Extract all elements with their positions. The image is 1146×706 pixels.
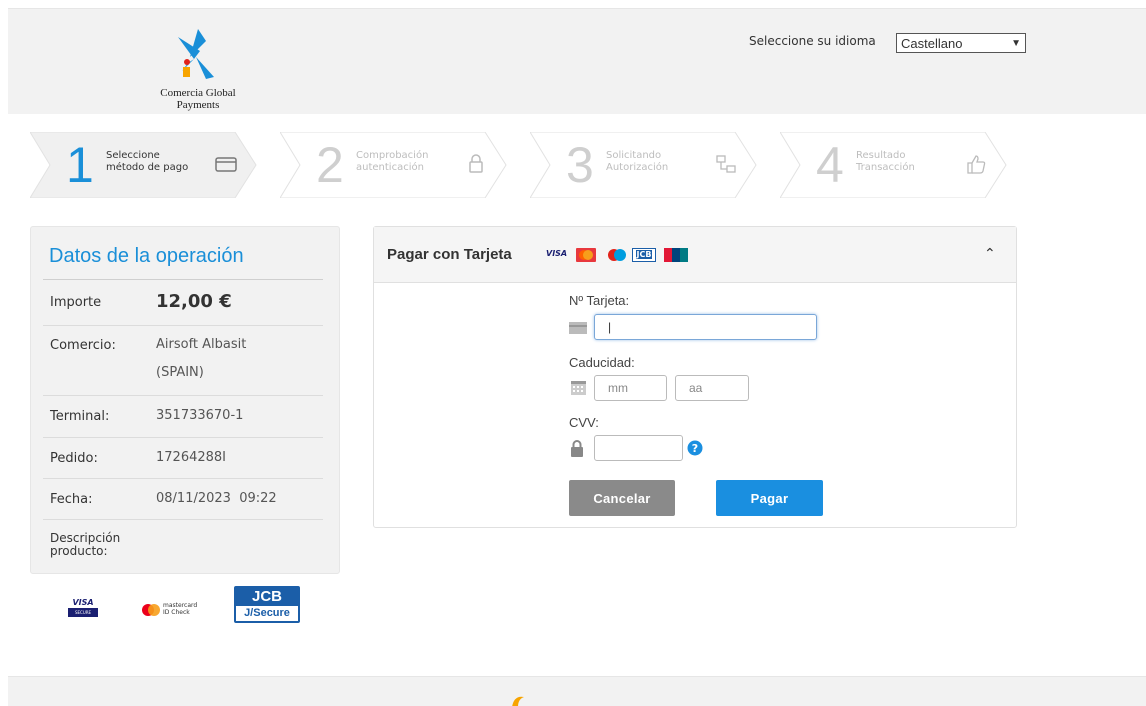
star-logo-icon: [178, 29, 214, 79]
collapse-caret-icon[interactable]: ⌃: [984, 246, 996, 262]
step-label: Seleccione método de pago: [106, 150, 189, 173]
expiry-label: Caducidad:: [569, 355, 635, 370]
mastercard-id-check-logo: mastercard ID Check: [142, 602, 222, 620]
calendar-icon: [571, 381, 586, 395]
header-bar: Comercia Global Payments Seleccione su i…: [8, 8, 1146, 114]
card-number-label: Nº Tarjeta:: [569, 293, 630, 308]
card-number-input[interactable]: |: [594, 314, 817, 340]
language-label: Seleccione su idioma: [749, 34, 876, 48]
thumbs-up-icon: [967, 155, 986, 174]
progress-steps: 1 Seleccione método de pago 2 Comprobació…: [30, 132, 1030, 198]
row-value: 17264288I: [156, 450, 227, 465]
help-icon[interactable]: ?: [687, 440, 703, 456]
network-icon: [716, 155, 736, 173]
jcb-jsecure-logo: JCB J/Secure: [234, 586, 300, 623]
visa-secure-logo: VISA SECURE: [68, 588, 98, 624]
lock-icon: [571, 440, 583, 457]
step-authentication: 2 Comprobación autenticación: [280, 132, 520, 198]
step-select-payment: 1 Seleccione método de pago: [30, 132, 270, 198]
svg-text:?: ?: [692, 442, 698, 455]
row-key: Terminal:: [50, 409, 110, 424]
step-number: 2: [316, 137, 344, 193]
expiry-year-input[interactable]: aa: [675, 375, 749, 401]
step-number: 1: [66, 137, 94, 193]
jcb-brand: JCB: [632, 248, 656, 262]
step-authorization: 3 Solicitando Autorización: [530, 132, 770, 198]
brand-name: Comercia Global Payments: [160, 87, 236, 111]
step-label: Resultado Transacción: [856, 150, 915, 173]
operation-row-date: Fecha: 08/11/2023 09:22: [43, 479, 323, 520]
step-label: Solicitando Autorización: [606, 150, 669, 173]
row-key: Descripción producto:: [50, 531, 121, 558]
operation-row-amount: Importe 12,00 €: [43, 280, 323, 326]
row-key: Fecha:: [50, 492, 93, 507]
step-number: 4: [816, 137, 844, 193]
mastercard-circles-icon: [142, 604, 160, 616]
operation-data-panel: Datos de la operación Importe 12,00 € Co…: [30, 226, 340, 574]
operation-row-order: Pedido: 17264288I: [43, 438, 323, 479]
expiry-month-input[interactable]: mm: [594, 375, 667, 401]
credit-card-icon: [215, 157, 237, 172]
language-select[interactable]: Castellano ▼: [896, 33, 1026, 53]
step-result: 4 Resultado Transacción: [780, 132, 1020, 198]
unionpay-brand-icon: [664, 248, 688, 262]
footer-bar: [8, 676, 1146, 706]
visa-brand: VISA: [546, 249, 568, 258]
caixabank-logo: Comercia Global Payments: [138, 27, 250, 111]
card-panel-title: Pagar con Tarjeta: [387, 246, 512, 263]
language-selected-value: Castellano: [901, 35, 963, 51]
card-field-icon: [569, 322, 587, 334]
row-key: Importe: [50, 295, 102, 310]
pay-button[interactable]: Pagar: [716, 480, 823, 516]
card-payment-panel: Pagar con Tarjeta VISA JCB ⌃ Nº Tarjeta:: [373, 226, 1017, 528]
step-number: 3: [566, 137, 594, 193]
row-value: 12,00 €: [156, 291, 232, 312]
mastercard-brand-icon: [576, 248, 596, 262]
cancel-button[interactable]: Cancelar: [569, 480, 675, 516]
cvv-input[interactable]: [594, 435, 683, 461]
operation-title: Datos de la operación: [49, 245, 244, 267]
cvv-label: CVV:: [569, 415, 599, 430]
footer-logo-icon: [512, 696, 524, 706]
maestro-brand-icon: [608, 249, 626, 261]
row-value: Airsoft Albasit (SPAIN): [156, 337, 247, 380]
card-panel-header[interactable]: Pagar con Tarjeta VISA JCB ⌃: [374, 227, 1016, 283]
lock-icon: [469, 154, 483, 173]
row-key: Comercio:: [50, 338, 116, 353]
operation-row-terminal: Terminal: 351733670-1: [43, 396, 323, 438]
chevron-down-icon: ▼: [1011, 37, 1021, 49]
step-label: Comprobación autenticación: [356, 150, 429, 173]
row-value: 08/11/2023 09:22: [156, 491, 277, 506]
operation-row-merchant: Comercio: Airsoft Albasit (SPAIN): [43, 326, 323, 396]
row-value: 351733670-1: [156, 408, 244, 423]
operation-row-description: Descripción producto:: [43, 520, 323, 570]
row-key: Pedido:: [50, 451, 98, 466]
